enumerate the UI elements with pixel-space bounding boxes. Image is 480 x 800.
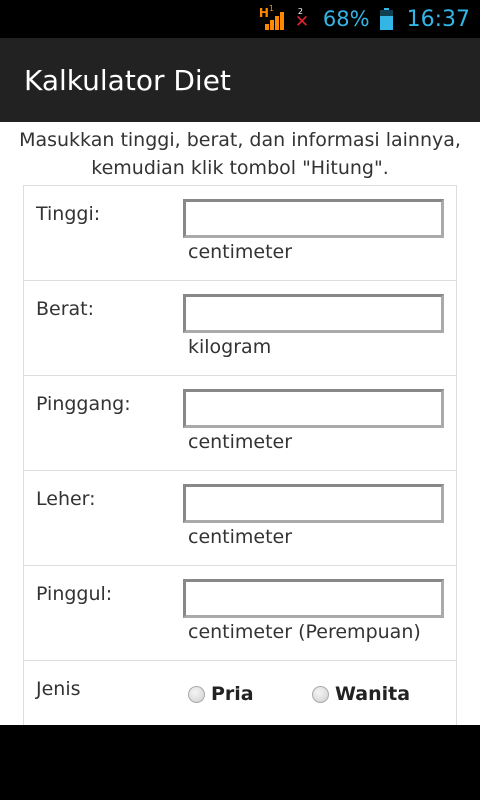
form-row-neck: Leher: centimeter <box>24 471 456 566</box>
female-radio-label[interactable]: Wanita <box>335 683 410 705</box>
signal-sim2-icon: 2 ✕ <box>293 4 311 34</box>
no-signal-icon: ✕ <box>294 12 310 32</box>
form-row-weight: Berat: kilogram <box>24 281 456 376</box>
navigation-bar-area <box>0 725 480 800</box>
waist-input[interactable] <box>183 389 444 428</box>
male-radio-label[interactable]: Pria <box>211 683 254 705</box>
form-row-waist: Pinggang: centimeter <box>24 376 456 471</box>
battery-percent: 68% <box>322 7 370 31</box>
form-row-hip: Pinggul: centimeter (Perempuan) <box>24 566 456 661</box>
signal-sim1-icon: H 1 <box>259 4 285 34</box>
height-label: Tinggi: <box>36 203 101 225</box>
female-radio[interactable] <box>312 685 329 703</box>
clock: 16:37 <box>406 6 470 32</box>
battery-icon <box>379 8 393 30</box>
neck-input[interactable] <box>183 484 444 523</box>
waist-unit: centimeter <box>188 431 293 453</box>
weight-unit: kilogram <box>188 336 272 358</box>
form-row-gender: Jenis Pria Wanita <box>24 661 456 725</box>
hip-unit: centimeter (Perempuan) <box>188 621 421 643</box>
status-bar: H 1 2 ✕ 68% 16:37 <box>0 0 480 38</box>
hip-input[interactable] <box>183 579 444 618</box>
weight-label: Berat: <box>36 298 95 320</box>
screen: H 1 2 ✕ 68% 16:37 Kalkulator Diet Masukk… <box>0 0 480 800</box>
gender-label: Jenis <box>36 678 81 700</box>
hip-label: Pinggul: <box>36 583 113 605</box>
form-row-height: Tinggi: centimeter <box>24 186 456 281</box>
neck-label: Leher: <box>36 488 96 510</box>
male-radio[interactable] <box>188 685 205 703</box>
height-input[interactable] <box>183 199 444 238</box>
content-area[interactable]: Masukkan tinggi, berat, dan informasi la… <box>0 122 480 725</box>
gender-option-female[interactable]: Wanita <box>312 683 410 705</box>
app-title: Kalkulator Diet <box>24 63 231 97</box>
height-unit: centimeter <box>188 241 293 263</box>
diet-form: Tinggi: centimeter Berat: kilogram Pingg… <box>23 185 457 725</box>
neck-unit: centimeter <box>188 526 293 548</box>
waist-label: Pinggang: <box>36 393 131 415</box>
gender-option-male[interactable]: Pria <box>188 683 254 705</box>
action-bar: Kalkulator Diet <box>0 38 480 122</box>
weight-input[interactable] <box>183 294 444 333</box>
instructions-text: Masukkan tinggi, berat, dan informasi la… <box>19 129 461 179</box>
